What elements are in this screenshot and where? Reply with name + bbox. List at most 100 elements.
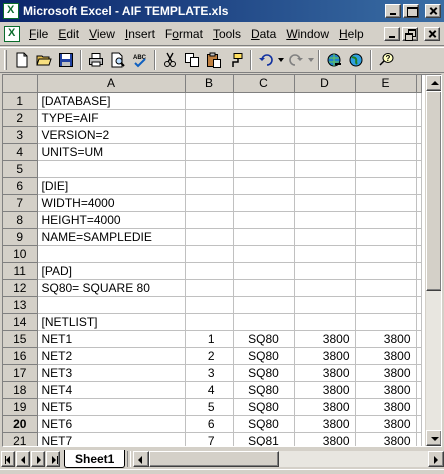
cell-a8[interactable]: HEIGHT=4000 [37,211,186,229]
cell-d11[interactable] [294,262,356,280]
cell-b8[interactable] [185,211,234,229]
cell-b11[interactable] [185,262,234,280]
row-header[interactable]: 15 [3,330,38,348]
cell-d12[interactable] [294,279,356,297]
column-header-a[interactable]: A [37,75,186,93]
row-header[interactable]: 12 [3,279,38,297]
cell-e13[interactable] [355,296,417,314]
cell-filler[interactable] [416,432,422,446]
cell-e18[interactable]: 3800 [355,381,417,399]
cell-filler[interactable] [416,109,422,127]
cell-c12[interactable] [233,279,295,297]
cell-filler[interactable] [416,262,422,280]
cell-e6[interactable] [355,177,417,195]
print-icon[interactable] [85,49,107,71]
cell-b9[interactable] [185,228,234,246]
cell-b15[interactable]: 1 [185,330,234,348]
cell-b5[interactable] [185,160,234,178]
cell-a3[interactable]: VERSION=2 [37,126,186,144]
column-header-d[interactable]: D [294,75,356,93]
row-header[interactable]: 8 [3,211,38,229]
cell-d16[interactable]: 3800 [294,347,356,365]
format-painter-icon[interactable] [225,49,247,71]
cell-b20[interactable]: 6 [185,415,234,433]
insert-hyperlink-icon[interactable] [323,49,345,71]
row-header[interactable]: 6 [3,177,38,195]
redo-dropdown-icon[interactable] [307,49,315,71]
cell-filler[interactable] [416,313,422,331]
cell-filler[interactable] [416,177,422,195]
copy-icon[interactable] [181,49,203,71]
cell-filler[interactable] [416,381,422,399]
cell-b19[interactable]: 5 [185,398,234,416]
row-header[interactable]: 14 [3,313,38,331]
cell-c18[interactable]: SQ80 [233,381,295,399]
menu-format[interactable]: Format [160,27,208,41]
menu-data[interactable]: Data [246,27,281,41]
cell-e15[interactable]: 3800 [355,330,417,348]
cell-d19[interactable]: 3800 [294,398,356,416]
cell-b6[interactable] [185,177,234,195]
column-header-b[interactable]: B [185,75,234,93]
cell-e12[interactable] [355,279,417,297]
web-toolbar-icon[interactable] [345,49,367,71]
column-header-e[interactable]: E [355,75,417,93]
excel-app-icon[interactable] [3,3,19,19]
cell-c21[interactable]: SQ81 [233,432,295,446]
cell-filler[interactable] [416,228,422,246]
cut-icon[interactable] [159,49,181,71]
menu-view[interactable]: View [84,27,120,41]
vertical-scroll-thumb[interactable] [426,91,441,291]
cell-d17[interactable]: 3800 [294,364,356,382]
cell-e8[interactable] [355,211,417,229]
cell-filler[interactable] [416,126,422,144]
cell-c11[interactable] [233,262,295,280]
last-sheet-button[interactable] [46,451,60,467]
cell-filler[interactable] [416,92,422,110]
scroll-up-button[interactable] [426,75,441,91]
cell-filler[interactable] [416,364,422,382]
cell-e14[interactable] [355,313,417,331]
cell-a21[interactable]: NET7 [37,432,186,446]
cell-d6[interactable] [294,177,356,195]
row-header[interactable]: 19 [3,398,38,416]
cell-d7[interactable] [294,194,356,212]
cell-a10[interactable] [37,245,186,263]
cell-a16[interactable]: NET2 [37,347,186,365]
cell-filler[interactable] [416,279,422,297]
row-header[interactable]: 5 [3,160,38,178]
cell-a12[interactable]: SQ80= SQUARE 80 [37,279,186,297]
spelling-icon[interactable]: ABC [129,49,151,71]
cell-a14[interactable]: [NETLIST] [37,313,186,331]
tab-split-handle[interactable] [127,451,132,467]
cell-c7[interactable] [233,194,295,212]
select-all-corner[interactable] [3,75,38,93]
next-sheet-button[interactable] [31,451,45,467]
cell-e10[interactable] [355,245,417,263]
cell-c10[interactable] [233,245,295,263]
cell-a7[interactable]: WIDTH=4000 [37,194,186,212]
column-header-filler[interactable] [416,75,422,93]
cell-e1[interactable] [355,92,417,110]
cell-e16[interactable]: 3800 [355,347,417,365]
cell-c20[interactable]: SQ80 [233,415,295,433]
cell-a17[interactable]: NET3 [37,364,186,382]
cell-c6[interactable] [233,177,295,195]
cell-c5[interactable] [233,160,295,178]
minimize-button[interactable] [385,4,401,18]
cell-a6[interactable]: [DIE] [37,177,186,195]
undo-icon[interactable] [255,49,277,71]
cell-e3[interactable] [355,126,417,144]
cell-c17[interactable]: SQ80 [233,364,295,382]
cell-b12[interactable] [185,279,234,297]
row-header[interactable]: 18 [3,381,38,399]
menu-insert[interactable]: Insert [120,27,160,41]
cell-e11[interactable] [355,262,417,280]
cell-c8[interactable] [233,211,295,229]
cell-e21[interactable]: 3800 [355,432,417,446]
cell-c1[interactable] [233,92,295,110]
cell-b7[interactable] [185,194,234,212]
cell-a20[interactable]: NET6 [37,415,186,433]
row-header[interactable]: 21 [3,432,38,446]
workbook-icon[interactable] [4,25,20,42]
